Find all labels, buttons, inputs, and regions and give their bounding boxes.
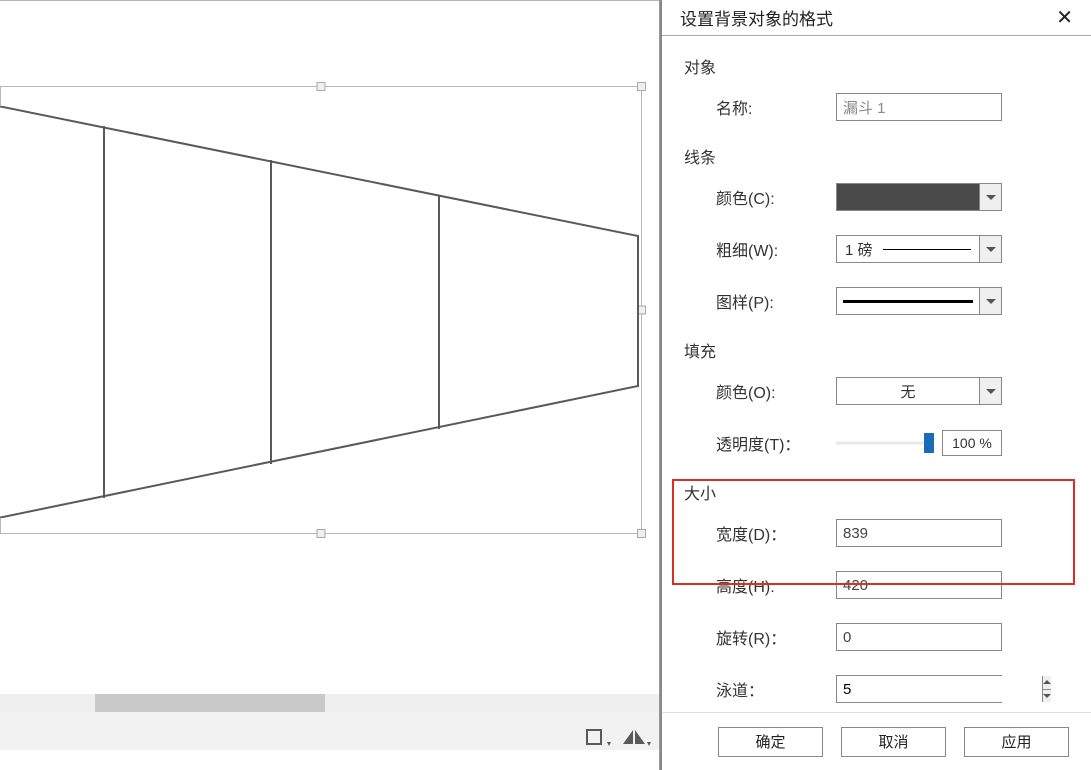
cancel-button[interactable]: 取消 (841, 727, 946, 757)
resize-handle[interactable] (637, 529, 646, 538)
rotation-field[interactable] (836, 623, 1002, 651)
chevron-down-icon[interactable] (979, 236, 1001, 262)
panel-header: 设置背景对象的格式 ✕ (662, 0, 1091, 36)
section-object: 对象 (684, 54, 1069, 78)
name-label: 名称: (716, 95, 836, 119)
line-weight-label: 粗细(W): (716, 237, 836, 261)
section-fill: 填充 (684, 338, 1069, 362)
fill-color-value: 无 (837, 381, 979, 402)
ok-button[interactable]: 确定 (718, 727, 823, 757)
rotation-label: 旋转(R)： (716, 625, 836, 649)
fill-color-combo[interactable]: 无 (836, 377, 1002, 405)
statusbar-icon[interactable] (619, 726, 653, 748)
apply-button[interactable]: 应用 (964, 727, 1069, 757)
line-color-swatch (837, 184, 979, 210)
line-weight-value: 1 磅 (845, 239, 873, 260)
chevron-down-icon[interactable] (979, 184, 1001, 210)
panel-footer: 确定 取消 应用 (662, 712, 1091, 770)
height-label: 高度(H): (716, 573, 836, 597)
statusbar-icon[interactable] (581, 726, 615, 748)
resize-handle[interactable] (317, 82, 326, 91)
line-pattern-sample (843, 300, 973, 303)
name-field[interactable] (836, 93, 1002, 121)
fill-color-label: 颜色(O): (716, 379, 836, 403)
resize-handle[interactable] (317, 529, 326, 538)
spinner-down-icon[interactable] (1043, 690, 1051, 703)
width-field[interactable] (836, 519, 1002, 547)
section-size: 大小 (684, 480, 1069, 504)
format-panel: 设置背景对象的格式 ✕ 对象 名称: 线条 颜色(C): 粗细(W): 1 磅 … (660, 0, 1091, 770)
spinner-up-icon[interactable] (1043, 676, 1051, 690)
chevron-down-icon[interactable] (979, 288, 1001, 314)
section-line: 线条 (684, 144, 1069, 168)
panel-title: 设置背景对象的格式 (680, 5, 1056, 30)
line-weight-combo[interactable]: 1 磅 (836, 235, 1002, 263)
resize-handle[interactable] (637, 82, 646, 91)
scrollbar-thumb[interactable] (95, 694, 325, 712)
line-color-label: 颜色(C): (716, 185, 836, 209)
opacity-value[interactable]: 100 % (942, 430, 1002, 456)
slider-thumb[interactable] (924, 433, 934, 453)
lanes-field[interactable] (837, 676, 1042, 702)
funnel-shape[interactable] (0, 106, 646, 518)
width-label: 宽度(D)： (716, 521, 836, 545)
close-icon[interactable]: ✕ (1056, 8, 1073, 28)
lanes-spinner[interactable] (836, 675, 1002, 703)
line-pattern-label: 图样(P): (716, 289, 836, 313)
status-bar (0, 712, 659, 750)
height-field[interactable] (836, 571, 1002, 599)
lanes-label: 泳道： (716, 677, 836, 701)
canvas-area[interactable] (0, 0, 660, 770)
line-color-combo[interactable] (836, 183, 1002, 211)
opacity-slider[interactable] (836, 435, 934, 451)
chevron-down-icon[interactable] (979, 378, 1001, 404)
opacity-label: 透明度(T)： (716, 431, 836, 455)
horizontal-scrollbar[interactable] (0, 694, 659, 712)
line-pattern-combo[interactable] (836, 287, 1002, 315)
